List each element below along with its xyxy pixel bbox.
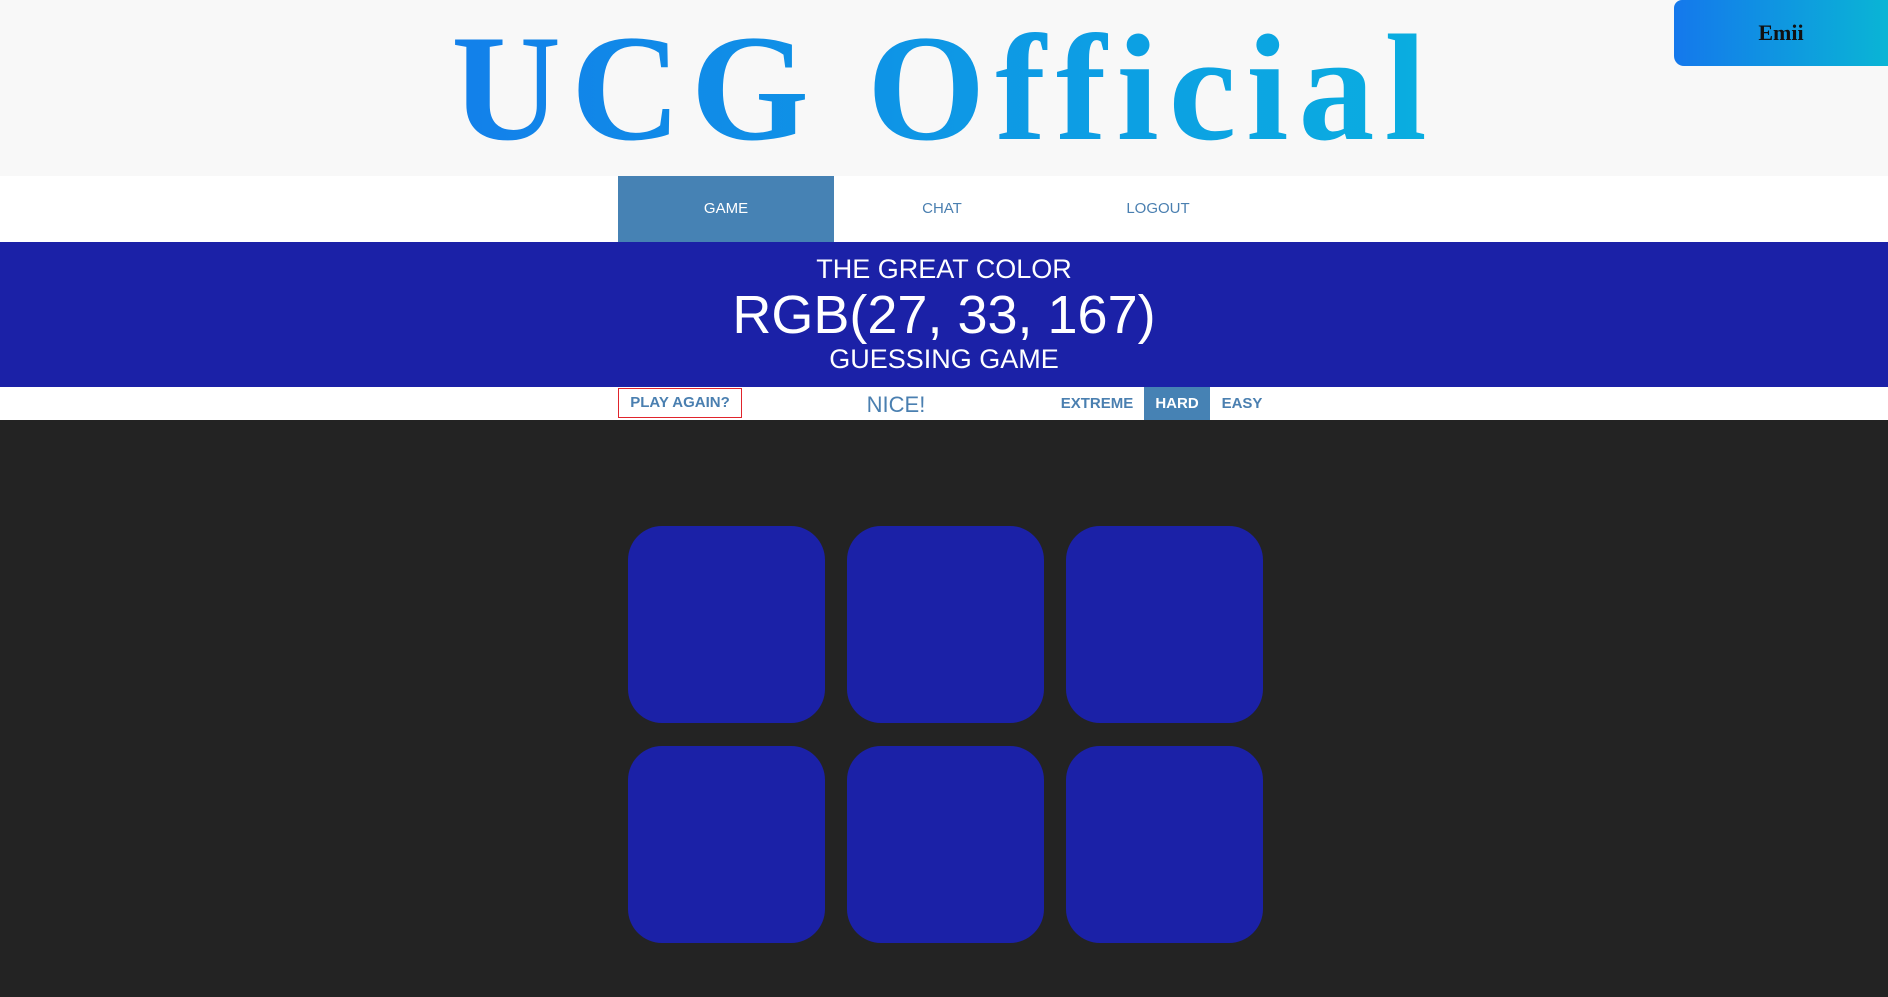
user-badge[interactable]: Emii	[1674, 0, 1888, 66]
color-square-1[interactable]	[628, 526, 825, 723]
color-square-6[interactable]	[1066, 746, 1263, 943]
result-message: NICE!	[866, 392, 926, 417]
color-square-2[interactable]	[847, 526, 1044, 723]
site-title-text: UCG Official	[451, 0, 1436, 176]
game-title-top: THE GREAT COLOR	[816, 254, 1072, 284]
play-again-button[interactable]: PLAY AGAIN?	[618, 388, 742, 418]
nav-logout[interactable]: LOGOUT	[1050, 176, 1266, 242]
game-title-bottom: GUESSING GAME	[829, 344, 1059, 374]
target-rgb-display: RGB(27, 33, 167)	[732, 285, 1156, 345]
site-title: UCG Official	[0, 0, 1888, 176]
color-square-4[interactable]	[628, 746, 825, 943]
mode-easy-button[interactable]: EASY	[1210, 387, 1274, 420]
nav-game[interactable]: GAME	[618, 176, 834, 242]
controls-bar: PLAY AGAIN? NICE! EXTREME HARD EASY	[0, 387, 1888, 420]
mode-extreme-button[interactable]: EXTREME	[1050, 387, 1144, 420]
game-header: THE GREAT COLOR RGB(27, 33, 167) GUESSIN…	[0, 242, 1888, 387]
nav-chat[interactable]: CHAT	[834, 176, 1050, 242]
color-square-3[interactable]	[1066, 526, 1263, 723]
top-bar: UCG Official Emii	[0, 0, 1888, 176]
mode-hard-button[interactable]: HARD	[1144, 387, 1210, 420]
color-square-5[interactable]	[847, 746, 1044, 943]
game-board	[0, 420, 1888, 997]
main-nav: GAME CHAT LOGOUT	[0, 176, 1888, 242]
